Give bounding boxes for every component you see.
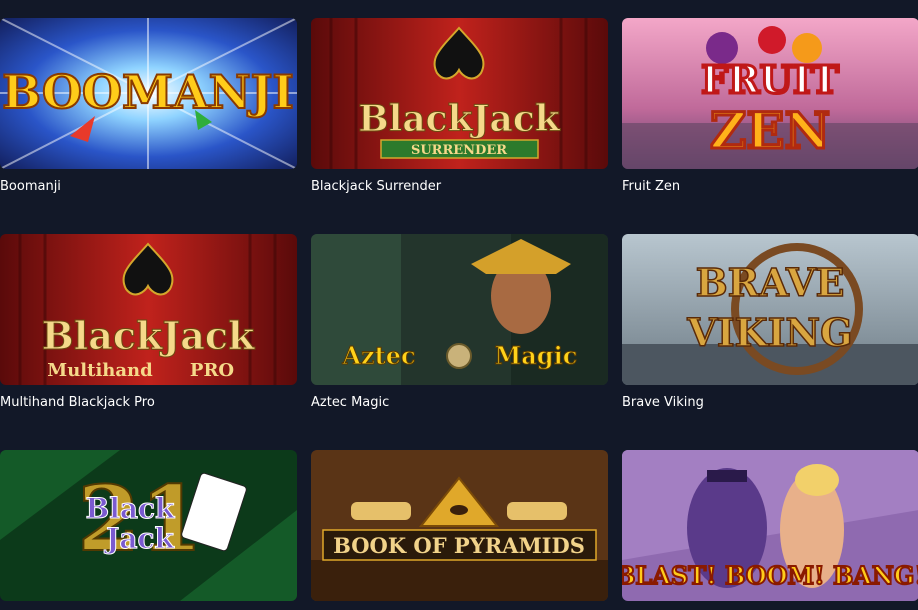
- game-thumbnail[interactable]: BRAVE VIKING: [622, 234, 918, 385]
- zen-logo: ZEN: [710, 101, 830, 160]
- multihand-subtitle: Multihand: [47, 360, 153, 381]
- game-card-brave-viking[interactable]: BRAVE VIKING Brave Viking: [622, 234, 918, 411]
- black-logo: Black: [86, 492, 175, 525]
- blast-boom-bang-logo: BLAST! BOOM! BANG!: [622, 561, 918, 590]
- fruit-zen-artwork: FRUIT ZEN: [622, 18, 918, 169]
- game-thumbnail[interactable]: BlackJack Multihand PRO: [0, 234, 297, 385]
- pro-subtitle: PRO: [190, 360, 234, 381]
- aztec-logo: Aztec: [341, 341, 415, 370]
- game-card-blackjack-surrender[interactable]: BlackJack SURRENDER Blackjack Surrender: [311, 18, 608, 195]
- eye-icon: [450, 505, 468, 515]
- game-title[interactable]: Fruit Zen: [622, 178, 918, 195]
- fruit-logo: FRUIT: [701, 57, 839, 102]
- game-title[interactable]: Multihand Blackjack Pro: [0, 394, 297, 411]
- game-thumbnail[interactable]: 21 Black Jack: [0, 450, 297, 601]
- scroll-icon: [507, 502, 567, 520]
- viking-logo: VIKING: [686, 310, 852, 355]
- game-thumbnail[interactable]: FRUIT ZEN: [622, 18, 918, 169]
- multihand-blackjack-artwork: BlackJack Multihand PRO: [0, 234, 297, 385]
- game-card-blast-boom-bang[interactable]: BLAST! BOOM! BANG!: [622, 450, 918, 610]
- game-thumbnail[interactable]: Aztec Magic: [311, 234, 608, 385]
- game-thumbnail[interactable]: BlackJack SURRENDER: [311, 18, 608, 169]
- aztec-calendar-icon: [446, 343, 472, 369]
- aztec-magic-artwork: Aztec Magic: [311, 234, 608, 385]
- game-grid: BOOMANJI Boomanji BlackJack SURRENDER Bl…: [0, 0, 918, 601]
- heroine-hair: [795, 464, 839, 496]
- game-card-book-of-pyramids[interactable]: BOOK OF PYRAMIDS: [311, 450, 608, 610]
- game-thumbnail[interactable]: BLAST! BOOM! BANG!: [622, 450, 918, 601]
- blackjack-logo: BlackJack: [42, 313, 255, 358]
- blackjack-logo: BlackJack: [358, 98, 561, 140]
- game-card-fruit-zen[interactable]: FRUIT ZEN Fruit Zen: [622, 18, 918, 195]
- magic-logo: Magic: [495, 341, 578, 370]
- scroll-icon: [351, 502, 411, 520]
- brave-logo: BRAVE: [696, 260, 845, 305]
- boomanji-logo: BOOMANJI: [2, 65, 294, 119]
- game-card-21-blackjack[interactable]: 21 Black Jack: [0, 450, 297, 610]
- game-card-multihand-blackjack-pro[interactable]: BlackJack Multihand PRO Multihand Blackj…: [0, 234, 297, 411]
- game-thumbnail[interactable]: BOOK OF PYRAMIDS: [311, 450, 608, 601]
- game-card-boomanji[interactable]: BOOMANJI Boomanji: [0, 18, 297, 195]
- game-card-aztec-magic[interactable]: Aztec Magic Aztec Magic: [311, 234, 608, 411]
- game-thumbnail[interactable]: BOOMANJI: [0, 18, 297, 169]
- book-of-pyramids-artwork: BOOK OF PYRAMIDS: [311, 450, 608, 601]
- 21-blackjack-artwork: 21 Black Jack: [0, 450, 297, 601]
- game-title[interactable]: Brave Viking: [622, 394, 918, 411]
- surrender-subtitle: SURRENDER: [411, 143, 507, 158]
- game-title[interactable]: Boomanji: [0, 178, 297, 195]
- hero-mask: [707, 470, 747, 482]
- jack-logo: Jack: [103, 522, 174, 555]
- boomanji-artwork: BOOMANJI: [0, 18, 297, 169]
- game-title[interactable]: Aztec Magic: [311, 394, 608, 411]
- book-of-pyramids-logo: BOOK OF PYRAMIDS: [333, 533, 585, 558]
- cherry-icon: [758, 26, 786, 54]
- game-title[interactable]: Blackjack Surrender: [311, 178, 608, 195]
- blast-boom-bang-artwork: BLAST! BOOM! BANG!: [622, 450, 918, 601]
- brave-viking-artwork: BRAVE VIKING: [622, 234, 918, 385]
- blackjack-surrender-artwork: BlackJack SURRENDER: [311, 18, 608, 169]
